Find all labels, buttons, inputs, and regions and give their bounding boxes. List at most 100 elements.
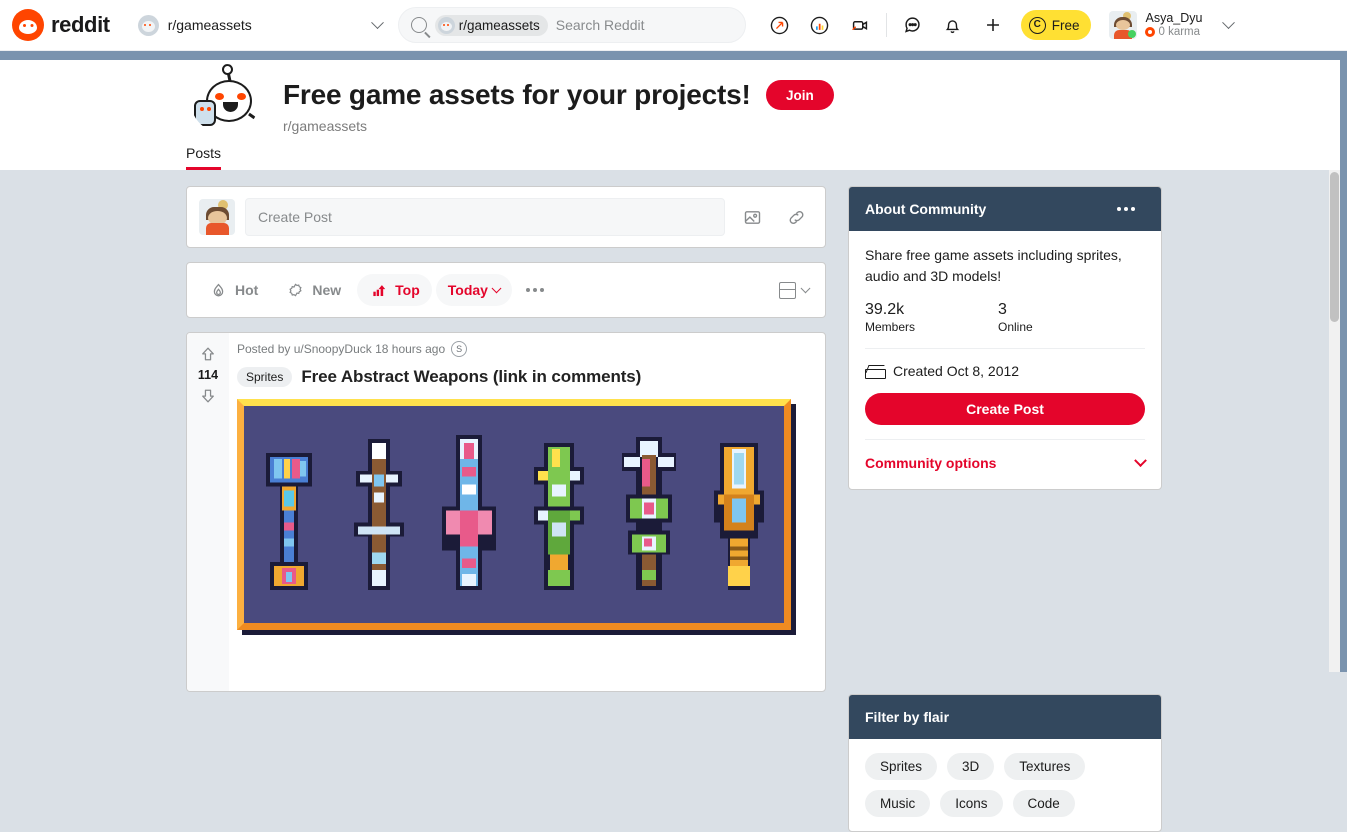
reddit-logo-icon [12, 9, 44, 41]
flair-chip-3d[interactable]: 3D [947, 753, 995, 780]
chevron-down-icon [370, 15, 384, 29]
card-view-icon [779, 281, 796, 299]
image-icon[interactable] [735, 200, 769, 234]
community-stats: 39.2k Members 3 Online [865, 301, 1145, 334]
search-chip-label: r/gameassets [458, 17, 540, 33]
cake-icon [865, 364, 886, 379]
post-title-row: Sprites Free Abstract Weapons (link in c… [237, 367, 817, 387]
free-coins-button[interactable]: C Free [1020, 10, 1092, 40]
user-menu-button[interactable]: Asya_Dyu 0 karma [1103, 8, 1253, 42]
sort-more-options-icon[interactable] [516, 274, 554, 306]
time-filter-dropdown[interactable]: Today [435, 274, 512, 306]
user-meta: Asya_Dyu 0 karma [1145, 11, 1202, 39]
sort-new[interactable]: New [274, 274, 353, 306]
post-image[interactable] [237, 399, 796, 635]
community-avatar[interactable] [186, 60, 264, 138]
create-plus-icon[interactable] [976, 8, 1010, 42]
vote-count: 114 [197, 368, 219, 382]
chat-icon[interactable] [896, 8, 930, 42]
flair-chip-list: Sprites 3D Textures Music Icons Code [849, 739, 1161, 831]
current-user-avatar [199, 199, 235, 235]
user-karma: 0 karma [1145, 26, 1202, 39]
members-label: Members [865, 320, 916, 334]
flair-chip-icons[interactable]: Icons [940, 790, 1003, 817]
sidebar-create-post-button[interactable]: Create Post [865, 393, 1145, 425]
post-card[interactable]: 114 Posted by u/SnoopyDuck 18 hours ago … [186, 332, 826, 692]
sort-hot[interactable]: Hot [197, 274, 270, 306]
trending-chart-icon[interactable] [803, 8, 837, 42]
post-title[interactable]: Free Abstract Weapons (link in comments) [301, 367, 641, 387]
post-flair-badge[interactable]: Sprites [237, 367, 293, 387]
sprite-weapon-3 [442, 434, 496, 591]
stat-members: 39.2k Members [865, 301, 998, 334]
community-title: Free game assets for your projects! [283, 79, 751, 110]
reddit-wordmark: reddit [51, 12, 110, 37]
post-body: Posted by u/SnoopyDuck 18 hours ago S Sp… [229, 333, 825, 691]
stat-online: 3 Online [998, 301, 1131, 334]
vote-column: 114 [187, 333, 229, 691]
top-navigation-bar: reddit r/gameassets r/gameassets Search … [0, 0, 1347, 51]
link-icon[interactable] [779, 200, 813, 234]
about-more-options-icon[interactable] [1107, 193, 1145, 225]
search-scope-chip[interactable]: r/gameassets [434, 14, 548, 36]
about-community-body: Share free game assets including sprites… [849, 231, 1161, 489]
filter-by-flair-header: Filter by flair [849, 695, 1161, 739]
search-chip-avatar-icon [437, 16, 455, 34]
nav-divider [885, 13, 887, 37]
sparkle-icon [289, 283, 302, 296]
create-post-input[interactable]: Create Post [245, 198, 725, 236]
about-community-heading: About Community [865, 201, 987, 217]
free-label: Free [1051, 17, 1080, 33]
subreddit-avatar-icon [137, 14, 159, 36]
flair-chip-music[interactable]: Music [865, 790, 931, 817]
sort-top[interactable]: Top [357, 274, 432, 306]
post-image-frame [237, 399, 791, 630]
reddit-home-link[interactable]: reddit [12, 9, 110, 41]
flair-chip-sprites[interactable]: Sprites [865, 753, 938, 780]
sort-new-label: New [312, 282, 342, 298]
notification-bell-icon[interactable] [936, 8, 970, 42]
sprite-weapon-1 [266, 452, 312, 591]
downvote-button[interactable] [197, 385, 219, 407]
about-community-widget: About Community Share free game assets i… [848, 186, 1162, 490]
content-area: Create Post Hot New Top Today 114 Posted… [0, 170, 1340, 832]
trending-up-icon [373, 284, 386, 296]
chevron-down-icon [800, 282, 811, 293]
filter-by-flair-heading: Filter by flair [865, 709, 950, 725]
about-community-header: About Community [849, 187, 1161, 231]
popular-arrow-icon[interactable] [763, 8, 797, 42]
chevron-down-icon [1134, 453, 1147, 467]
sprite-weapon-6 [714, 442, 764, 591]
coin-icon: C [1028, 16, 1046, 34]
time-filter-label: Today [447, 282, 488, 298]
video-broadcast-icon[interactable] [843, 8, 877, 42]
subreddit-selector-label: r/gameassets [167, 17, 252, 33]
online-count: 3 [998, 301, 1007, 318]
user-avatar [1109, 11, 1138, 39]
subreddit-selector-dropdown[interactable]: r/gameassets [132, 6, 390, 44]
join-button[interactable]: Join [766, 80, 834, 110]
sprite-weapon-4 [534, 442, 584, 591]
upvote-button[interactable] [197, 343, 219, 365]
search-input[interactable]: Search Reddit [556, 17, 645, 33]
community-created-date: Created Oct 8, 2012 [865, 349, 1145, 379]
search-bar[interactable]: r/gameassets Search Reddit [397, 7, 746, 43]
community-options-toggle[interactable]: Community options [865, 440, 1147, 473]
create-post-bar: Create Post [186, 186, 826, 248]
sprite-weapon-2 [354, 438, 404, 591]
created-label: Created Oct 8, 2012 [893, 363, 1020, 379]
flair-chip-code[interactable]: Code [1012, 790, 1075, 817]
tab-posts[interactable]: Posts [186, 145, 222, 170]
community-options-label: Community options [865, 455, 997, 471]
community-tabs: Posts [186, 145, 222, 170]
sort-hot-label: Hot [235, 282, 259, 298]
community-description: Share free game assets including sprites… [865, 247, 1122, 284]
sprite-weapon-5 [622, 436, 676, 591]
chevron-down-icon[interactable] [1222, 15, 1236, 29]
post-author-line[interactable]: Posted by u/SnoopyDuck 18 hours ago [237, 342, 445, 356]
page-edge-strip [1340, 51, 1347, 672]
members-count: 39.2k [865, 301, 905, 318]
scrollbar-thumb[interactable] [1330, 172, 1339, 322]
flair-chip-textures[interactable]: Textures [1004, 753, 1086, 780]
view-mode-toggle[interactable] [779, 281, 815, 299]
